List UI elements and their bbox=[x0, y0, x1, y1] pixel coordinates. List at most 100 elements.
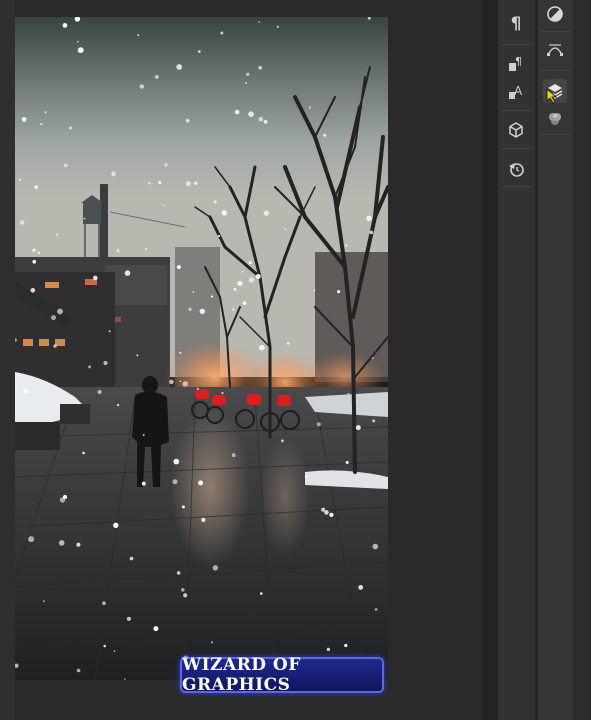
snowflake bbox=[345, 244, 348, 247]
panel-separator bbox=[502, 148, 531, 149]
snowflake bbox=[326, 647, 331, 652]
snowflake bbox=[233, 288, 237, 291]
snowflake bbox=[211, 641, 213, 644]
paragraph-panel-button[interactable]: ¶ bbox=[504, 12, 528, 36]
snowflake bbox=[323, 133, 327, 137]
snowflake bbox=[44, 111, 47, 114]
snowflake bbox=[158, 181, 162, 184]
snowflake bbox=[286, 342, 290, 345]
snowflake bbox=[77, 47, 84, 54]
snowflake bbox=[259, 344, 265, 351]
snowflake bbox=[347, 392, 350, 395]
collapsed-panel-strip-2 bbox=[538, 0, 573, 720]
snowflake bbox=[56, 233, 58, 236]
panel-separator bbox=[502, 186, 531, 187]
snowflake bbox=[197, 50, 201, 53]
snowflake bbox=[308, 106, 312, 109]
snowflake bbox=[355, 425, 361, 431]
snowflake bbox=[173, 458, 180, 465]
snowflake bbox=[217, 234, 221, 238]
channels-icon bbox=[549, 113, 561, 125]
collapsed-panel-strip-1: ¶ ¶ A bbox=[498, 0, 536, 720]
snowflake bbox=[23, 388, 29, 394]
snowflake bbox=[185, 118, 190, 123]
snowflake bbox=[213, 200, 217, 204]
panel-separator bbox=[541, 31, 570, 32]
snowflake bbox=[153, 626, 159, 632]
snowflake bbox=[57, 308, 63, 315]
snowflake bbox=[337, 290, 341, 294]
snowflake bbox=[372, 357, 374, 359]
snowflake bbox=[220, 31, 224, 35]
snowflake bbox=[62, 494, 68, 500]
snowflake bbox=[126, 616, 131, 621]
svg-text:A: A bbox=[514, 84, 523, 98]
snowflake bbox=[248, 277, 254, 283]
snowflake bbox=[32, 248, 36, 252]
snowflake bbox=[313, 289, 316, 292]
snowflake bbox=[316, 422, 321, 427]
snowflake bbox=[76, 542, 81, 547]
adjustments-panel-button[interactable] bbox=[543, 2, 567, 26]
snowflake bbox=[372, 543, 379, 550]
paragraph-styles-icon: ¶ bbox=[509, 55, 522, 71]
paths-panel-button[interactable] bbox=[543, 38, 567, 62]
3d-panel-button[interactable] bbox=[504, 118, 528, 142]
snowflake bbox=[139, 84, 145, 89]
snowflake bbox=[185, 181, 191, 187]
snowflake bbox=[181, 505, 185, 509]
channels-panel-button[interactable] bbox=[543, 106, 567, 130]
snowflake bbox=[124, 270, 131, 276]
snowflake bbox=[141, 481, 146, 486]
snowflake bbox=[374, 608, 378, 611]
snowflake bbox=[58, 540, 65, 546]
snowflake bbox=[117, 404, 120, 407]
snowflake bbox=[176, 64, 183, 70]
snowflake bbox=[248, 261, 252, 265]
history-panel-button[interactable] bbox=[504, 157, 528, 181]
snowflake bbox=[260, 592, 263, 595]
snowflake bbox=[345, 460, 349, 465]
snowflake bbox=[53, 344, 57, 348]
snowflake bbox=[154, 75, 159, 79]
snowflake bbox=[116, 249, 120, 253]
snowflake bbox=[124, 678, 126, 680]
snowflake bbox=[37, 251, 41, 255]
snowflake bbox=[148, 181, 151, 185]
snowflake bbox=[358, 585, 364, 590]
snowflake bbox=[284, 228, 287, 231]
window-right-edge bbox=[573, 0, 591, 720]
snowflake bbox=[255, 274, 261, 279]
snowflake bbox=[192, 291, 195, 293]
snowflake bbox=[188, 307, 192, 311]
snowflake bbox=[137, 34, 140, 37]
character-styles-icon: A bbox=[509, 84, 523, 99]
snowflake bbox=[40, 123, 43, 126]
snowflake bbox=[113, 650, 116, 652]
snowflake bbox=[196, 387, 199, 390]
snowflake bbox=[76, 40, 79, 43]
snowflake bbox=[237, 280, 243, 286]
snowflake bbox=[162, 204, 165, 206]
snowflake bbox=[103, 360, 108, 366]
snowflake bbox=[245, 81, 248, 84]
snowflake bbox=[28, 536, 35, 543]
panel-separator bbox=[541, 134, 570, 135]
adjustments-icon bbox=[547, 6, 563, 22]
snowflake bbox=[221, 210, 227, 216]
panel-separator bbox=[502, 110, 531, 111]
snowflake bbox=[198, 480, 204, 486]
snowflake bbox=[199, 308, 205, 315]
character-styles-button[interactable]: A bbox=[504, 80, 528, 104]
paragraph-styles-button[interactable]: ¶ bbox=[504, 52, 528, 76]
panel-divider[interactable] bbox=[482, 0, 498, 720]
document-canvas[interactable] bbox=[15, 17, 388, 680]
snowflake bbox=[231, 453, 236, 458]
snowflake bbox=[276, 25, 279, 28]
snowflake bbox=[212, 565, 218, 571]
snowflake bbox=[182, 381, 188, 387]
snowflake bbox=[97, 389, 102, 395]
pilcrow-icon: ¶ bbox=[510, 14, 522, 34]
snowflake bbox=[172, 479, 178, 485]
panel-separator bbox=[541, 70, 570, 71]
